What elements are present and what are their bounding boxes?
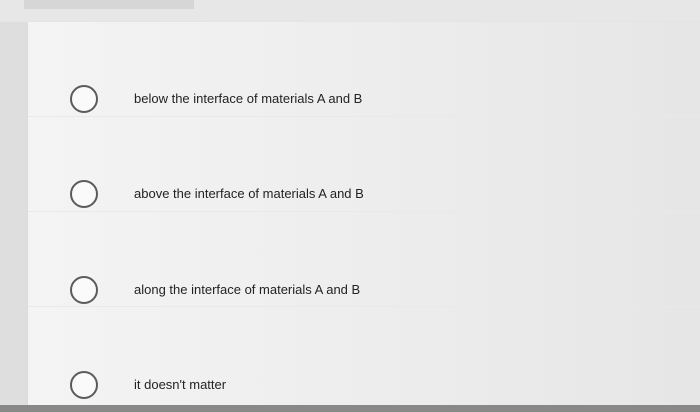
- answer-option-3-label: along the interface of materials A and B: [134, 282, 361, 297]
- answer-option-2[interactable]: above the interface of materials A and B: [28, 116, 700, 211]
- bottom-strip: [0, 405, 700, 412]
- answer-options-panel: below the interface of materials A and B…: [28, 22, 700, 407]
- answer-option-1[interactable]: below the interface of materials A and B: [28, 22, 700, 116]
- top-tab: [24, 0, 194, 9]
- radio-button-unchecked-icon[interactable]: [70, 371, 98, 399]
- answer-option-4-label: it doesn't matter: [134, 377, 227, 392]
- top-strip: [0, 0, 700, 22]
- answer-option-3[interactable]: along the interface of materials A and B: [28, 211, 700, 306]
- radio-button-unchecked-icon[interactable]: [70, 85, 98, 113]
- answer-option-4[interactable]: it doesn't matter: [28, 306, 700, 401]
- radio-button-unchecked-icon[interactable]: [70, 180, 98, 208]
- radio-button-unchecked-icon[interactable]: [70, 276, 98, 304]
- answer-option-2-label: above the interface of materials A and B: [134, 186, 364, 201]
- answer-option-1-label: below the interface of materials A and B: [134, 91, 363, 106]
